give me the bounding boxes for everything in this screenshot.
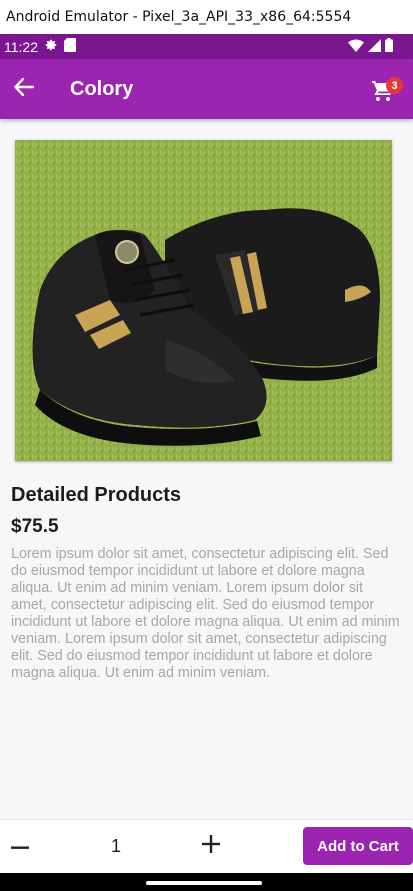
- back-button[interactable]: [12, 77, 36, 101]
- plus-icon: [202, 834, 220, 858]
- product-price: $75.5: [11, 516, 59, 537]
- cart-button[interactable]: 3: [371, 75, 403, 103]
- bottom-bar: 1 Add to Cart: [0, 819, 413, 873]
- quantity-value: 1: [110, 836, 121, 856]
- battery-icon: [385, 38, 393, 55]
- cart-badge: 3: [386, 77, 403, 94]
- add-to-cart-button[interactable]: Add to Cart: [303, 827, 413, 865]
- sneaker-photo: [15, 140, 392, 461]
- settings-icon: [44, 38, 58, 55]
- wifi-icon: [348, 38, 364, 55]
- sd-card-icon: [64, 38, 76, 55]
- app-title: Colory: [70, 77, 134, 100]
- product-name: Detailed Products: [11, 484, 182, 506]
- signal-icon: [368, 38, 381, 55]
- app-bar: Colory 3: [0, 59, 413, 119]
- status-time: 11:22: [4, 38, 38, 55]
- system-navigation-bar: [0, 873, 413, 891]
- arrow-left-icon: [14, 77, 35, 101]
- status-bar: 11:22: [0, 34, 413, 59]
- product-image: [15, 140, 392, 461]
- home-handle[interactable]: [146, 881, 262, 885]
- emulator-title-bar: Android Emulator - Pixel_3a_API_33_x86_6…: [0, 0, 413, 34]
- window-title: Android Emulator - Pixel_3a_API_33_x86_6…: [6, 9, 352, 25]
- decrease-quantity-button[interactable]: [8, 834, 32, 858]
- product-description: Lorem ipsum dolor sit amet, consectetur …: [11, 546, 400, 681]
- minus-icon: [11, 837, 29, 855]
- increase-quantity-button[interactable]: [199, 834, 223, 858]
